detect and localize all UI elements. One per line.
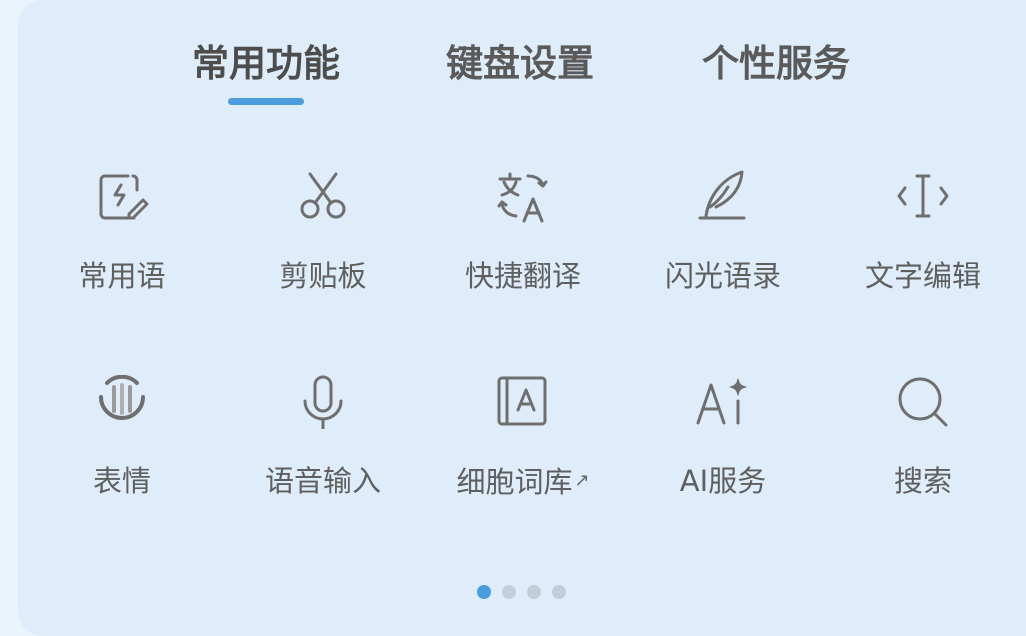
page-dot[interactable]: [477, 585, 491, 599]
ai-sparkle-icon: [696, 375, 750, 429]
grid-item-search[interactable]: 搜索: [823, 375, 1023, 535]
microphone-icon: [296, 375, 350, 429]
grid-item-label: 快捷翻译: [464, 259, 581, 293]
grid-item-label-text: 细胞词库: [456, 465, 573, 499]
tab-common-functions[interactable]: 常用功能: [192, 34, 340, 94]
emoji-icon: [95, 375, 149, 429]
grid-item-quick-translate[interactable]: 快捷翻译: [423, 170, 623, 330]
grid-item-label: 闪光语录: [664, 259, 781, 293]
grid-item-label: 常用语: [78, 259, 166, 293]
grid-item-label: 剪贴板: [279, 259, 367, 293]
page-dot[interactable]: [552, 585, 566, 599]
active-tab-indicator: [228, 98, 304, 105]
grid-item-voice-input[interactable]: 语音输入: [223, 375, 423, 535]
tab-personal-services[interactable]: 个性服务: [702, 34, 850, 94]
dictionary-icon: [496, 375, 550, 429]
function-panel: 常用功能 键盘设置 个性服务 常用语 剪贴板 快捷翻译 闪光语录 文字编辑 表情…: [18, 0, 1026, 636]
grid-item-label: 搜索: [893, 464, 952, 498]
search-icon: [896, 375, 950, 429]
page-dot[interactable]: [527, 585, 541, 599]
grid-item-text-edit[interactable]: 文字编辑: [823, 170, 1023, 330]
translate-icon: [496, 170, 550, 224]
grid-item-quick-phrases[interactable]: 常用语: [22, 170, 222, 330]
grid-item-label: 文字编辑: [864, 259, 981, 293]
tab-bar: 常用功能 键盘设置 个性服务: [18, 34, 1026, 114]
scissors-icon: [296, 170, 350, 224]
tab-keyboard-settings[interactable]: 键盘设置: [446, 34, 594, 94]
grid-item-label: 语音输入: [264, 464, 381, 498]
grid-item-clipboard[interactable]: 剪贴板: [223, 170, 423, 330]
grid-item-label: 表情: [92, 464, 151, 498]
text-cursor-icon: [896, 170, 950, 224]
grid-item-cell-dictionary[interactable]: 细胞词库 ↗: [423, 375, 623, 535]
grid-item-ai-services[interactable]: AI服务: [623, 375, 823, 535]
quick-phrase-icon: [95, 170, 149, 224]
page-dot[interactable]: [502, 585, 516, 599]
grid-item-label: 细胞词库 ↗: [423, 461, 623, 502]
external-link-icon: ↗: [574, 470, 590, 491]
grid-item-emoji[interactable]: 表情: [22, 375, 222, 535]
page-indicator: [477, 585, 566, 599]
grid-item-label: AI服务: [679, 464, 767, 498]
grid-item-flash-quotes[interactable]: 闪光语录: [623, 170, 823, 330]
feather-icon: [696, 170, 750, 224]
